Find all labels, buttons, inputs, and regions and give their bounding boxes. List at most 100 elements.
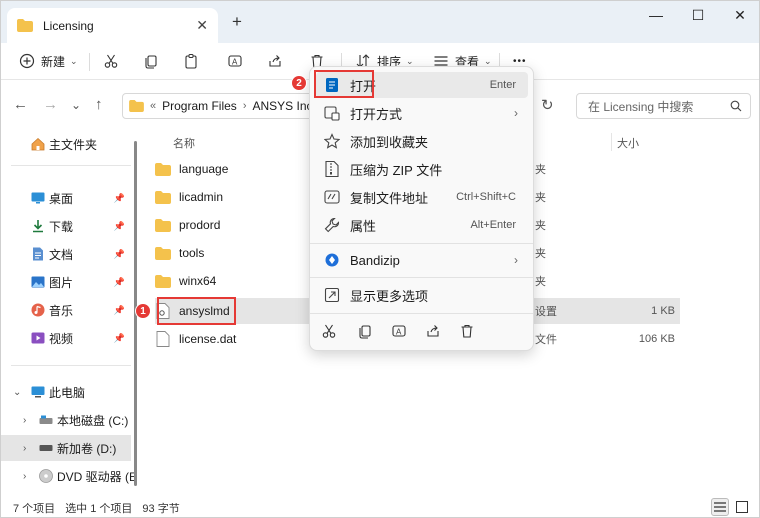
chevron-right-icon[interactable]: › (23, 415, 26, 426)
chevron-right-icon[interactable]: › (23, 471, 26, 482)
download-icon (31, 219, 45, 233)
computer-icon (31, 385, 45, 399)
tab-close-icon[interactable]: ✕ (196, 17, 208, 34)
menu-delete-button[interactable] (458, 322, 476, 340)
new-tab-button[interactable]: + (232, 12, 242, 32)
sidebar-item-desktop[interactable]: 桌面 📌 (1, 185, 131, 211)
breadcrumb-ansys-inc[interactable]: ANSYS Inc (252, 99, 312, 113)
menu-item-show-more[interactable]: 显示更多选项 (316, 282, 528, 308)
menu-share-button[interactable] (424, 322, 442, 340)
sidebar-item-this-pc[interactable]: ⌄ 此电脑 (1, 379, 131, 405)
file-name: language (179, 162, 229, 176)
file-size: 106 KB (638, 333, 675, 345)
copy-path-icon (324, 189, 340, 205)
rename-button[interactable]: A (227, 51, 243, 71)
file-type: 夹 (535, 192, 546, 204)
back-arrow-icon[interactable]: ← (13, 96, 28, 113)
video-icon (31, 331, 45, 345)
menu-item-bandizip[interactable]: Bandizip › (316, 247, 528, 273)
sidebar-item-downloads[interactable]: 下载 📌 (1, 213, 131, 239)
folder-icon (155, 189, 171, 205)
scissors-icon (322, 324, 336, 338)
folder-icon (17, 19, 33, 32)
drive-icon (39, 413, 53, 427)
chevron-right-icon: › (514, 106, 518, 120)
sidebar-item-videos[interactable]: 视频 📌 (1, 325, 131, 351)
menu-copy-button[interactable] (356, 322, 374, 340)
plus-circle-icon (19, 53, 35, 69)
close-button[interactable]: ✕ (725, 7, 755, 27)
sidebar-item-drive-e[interactable]: › DVD 驱动器 (E:) (1, 463, 136, 489)
menu-item-compress-zip[interactable]: 压缩为 ZIP 文件 (316, 156, 528, 182)
menu-item-copy-path[interactable]: 复制文件地址 Ctrl+Shift+C (316, 184, 528, 210)
menu-rename-button[interactable]: A (390, 322, 408, 340)
pin-icon[interactable]: 📌 (114, 277, 125, 288)
status-item-count: 7 个项目 (13, 502, 56, 515)
sidebar-item-pictures[interactable]: 图片 📌 (1, 269, 131, 295)
chevron-right-icon[interactable]: › (23, 443, 26, 454)
minimize-button[interactable]: — (641, 7, 671, 27)
menu-cut-button[interactable] (320, 322, 338, 340)
column-divider[interactable] (611, 133, 612, 151)
column-header-name[interactable]: 名称 (173, 135, 195, 151)
menu-item-properties[interactable]: 属性 Alt+Enter (316, 212, 528, 238)
sidebar-label: 图片 (49, 275, 74, 290)
pin-icon[interactable]: 📌 (114, 333, 125, 344)
sidebar-label: 音乐 (49, 303, 74, 318)
chevron-down-icon: ⌄ (70, 55, 78, 66)
sidebar-item-music[interactable]: 音乐 📌 (1, 297, 131, 323)
menu-item-open-with[interactable]: 打开方式 › (316, 100, 528, 126)
breadcrumb-overflow[interactable]: « (150, 100, 156, 112)
pin-icon[interactable]: 📌 (114, 249, 125, 260)
address-bar[interactable]: « Program Files › ANSYS Inc (122, 93, 322, 119)
picture-icon (31, 275, 45, 289)
sidebar-item-documents[interactable]: 文档 📌 (1, 241, 131, 267)
view-toggle (707, 498, 751, 516)
menu-shortcut: Enter (489, 79, 516, 91)
status-selection: 选中 1 个项目 (65, 502, 133, 515)
show-more-icon (324, 287, 340, 303)
annotation-highlight-file (157, 297, 236, 325)
tiles-view-icon[interactable] (733, 498, 751, 516)
pin-icon[interactable]: 📌 (114, 193, 125, 204)
menu-divider (310, 243, 533, 244)
breadcrumb-program-files[interactable]: Program Files (162, 99, 237, 113)
star-icon (324, 133, 340, 149)
pin-icon[interactable]: 📌 (114, 221, 125, 232)
maximize-button[interactable]: ☐ (683, 7, 713, 27)
details-view-icon[interactable] (711, 498, 729, 516)
column-header-size[interactable]: 大小 (617, 135, 639, 151)
forward-arrow-icon[interactable]: → (43, 96, 58, 113)
menu-item-label: 属性 (350, 218, 377, 234)
sidebar-label: DVD 驱动器 (E:) (57, 469, 136, 484)
sidebar-home-label: 主文件夹 (49, 137, 98, 152)
sidebar-label: 下载 (49, 219, 74, 234)
pin-icon[interactable]: 📌 (114, 305, 125, 316)
menu-item-label: 复制文件地址 (350, 190, 429, 206)
search-box[interactable]: 在 Licensing 中搜索 (576, 93, 751, 119)
chevron-down-icon[interactable]: ⌄ (13, 387, 21, 398)
file-explorer-window: Licensing ✕ + — ☐ ✕ 新建 ⌄ A 排序 ⌄ 查看 ⌄ •••… (0, 0, 760, 518)
refresh-icon[interactable]: ↻ (541, 96, 554, 114)
toolbar-divider (89, 53, 90, 71)
sidebar-item-drive-c[interactable]: › 本地磁盘 (C:) (1, 407, 131, 433)
tab-licensing[interactable]: Licensing ✕ (7, 8, 218, 43)
context-menu: 打开 Enter 打开方式 › 添加到收藏夹 压缩为 ZIP 文件 复制文件地址… (309, 66, 534, 351)
new-button[interactable]: 新建 ⌄ (19, 51, 78, 71)
copy-button[interactable] (143, 51, 159, 71)
share-button[interactable] (267, 51, 283, 71)
paste-button[interactable] (183, 51, 199, 71)
annotation-badge-2: 2 (291, 75, 307, 91)
menu-item-add-favorite[interactable]: 添加到收藏夹 (316, 128, 528, 154)
sidebar-item-drive-d[interactable]: › 新加卷 (D:) (1, 435, 131, 461)
share-icon (427, 325, 439, 337)
chevron-down-icon[interactable]: ⌄ (71, 98, 81, 112)
sidebar-item-home[interactable]: 主文件夹 (1, 131, 131, 157)
cut-button[interactable] (103, 51, 119, 71)
up-arrow-icon[interactable]: ↑ (95, 96, 103, 113)
share-icon (269, 55, 281, 67)
file-type: 设置 (535, 306, 557, 318)
wrench-icon (324, 217, 340, 233)
rename-icon: A (228, 55, 242, 67)
folder-icon (129, 100, 144, 112)
